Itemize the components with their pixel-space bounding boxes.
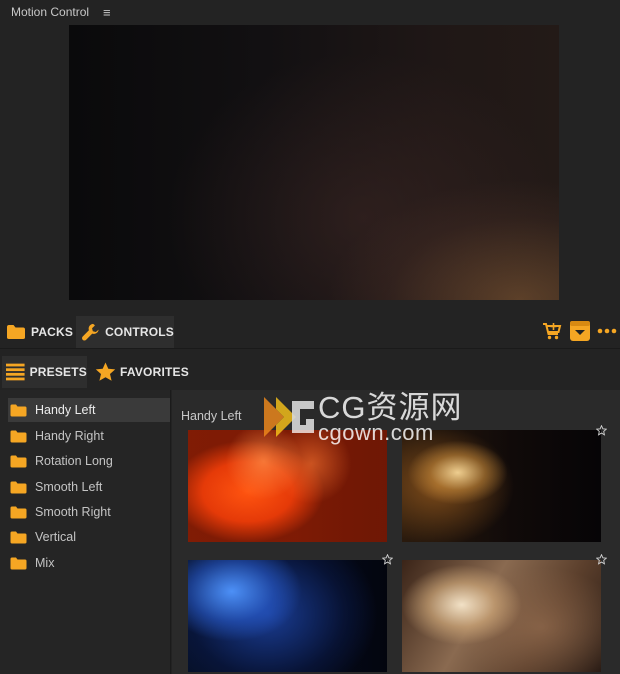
title-bar: Motion Control ≡: [0, 0, 620, 24]
tab-presets-label: PRESETS: [29, 365, 87, 379]
preset-thumbnail[interactable]: [402, 560, 601, 672]
window-title: Motion Control: [11, 5, 90, 19]
list-icon: [6, 363, 25, 381]
preset-thumbnail[interactable]: [402, 430, 601, 542]
folder-icon: [10, 557, 27, 569]
main-toolbar: PACKS CONTROLS: [0, 316, 620, 349]
folder-icon: [10, 455, 27, 467]
folder-icon: [10, 506, 27, 518]
cart-icon[interactable]: [542, 321, 562, 341]
preset-list: Handy Left Handy Right Rotation Long Smo…: [0, 390, 171, 674]
preset-thumbnail[interactable]: [188, 430, 387, 542]
download-box-icon[interactable]: [569, 320, 591, 342]
watermark: CG资源网 cgown.com: [262, 391, 492, 445]
tab-packs[interactable]: PACKS: [0, 316, 78, 348]
favorite-star-icon[interactable]: [382, 554, 393, 565]
menu-icon[interactable]: ≡: [103, 5, 111, 20]
preset-label: Handy Left: [35, 403, 96, 417]
tab-packs-label: PACKS: [31, 325, 74, 339]
folder-icon: [7, 325, 25, 339]
watermark-logo-icon: [264, 397, 314, 437]
preset-label: Handy Right: [35, 429, 104, 443]
folder-icon: [10, 404, 27, 416]
tab-controls[interactable]: CONTROLS: [76, 316, 174, 348]
folder-icon: [10, 531, 27, 543]
preset-label: Smooth Left: [35, 480, 103, 494]
preset-label: Smooth Right: [35, 505, 111, 519]
preset-label: Mix: [35, 556, 55, 570]
wrench-icon: [82, 323, 99, 341]
favorite-star-icon[interactable]: [596, 425, 607, 436]
preset-item-mix[interactable]: Mix: [8, 551, 170, 575]
watermark-url: cgown.com: [318, 420, 434, 445]
pack-title: Handy Left: [181, 409, 242, 423]
favorite-star-icon[interactable]: [596, 554, 607, 565]
preset-label: Vertical: [35, 530, 76, 544]
star-icon: [95, 362, 116, 381]
preset-item-handy-right[interactable]: Handy Right: [8, 424, 170, 448]
tab-controls-label: CONTROLS: [105, 325, 174, 339]
folder-icon: [10, 430, 27, 442]
preset-item-smooth-left[interactable]: Smooth Left: [8, 475, 170, 499]
preset-label: Rotation Long: [35, 454, 113, 468]
preset-thumbnail[interactable]: [188, 560, 387, 672]
sub-tabs: PRESETS FAVORITES: [0, 356, 620, 388]
tab-favorites-label: FAVORITES: [120, 365, 189, 379]
preset-item-handy-left[interactable]: Handy Left: [8, 398, 170, 422]
preset-item-smooth-right[interactable]: Smooth Right: [8, 500, 170, 524]
more-icon[interactable]: [597, 328, 617, 334]
preset-item-rotation-long[interactable]: Rotation Long: [8, 449, 170, 473]
video-preview[interactable]: [69, 25, 559, 300]
tab-favorites[interactable]: FAVORITES: [95, 356, 195, 388]
tab-presets[interactable]: PRESETS: [2, 356, 87, 388]
folder-icon: [10, 481, 27, 493]
preset-item-vertical[interactable]: Vertical: [8, 525, 170, 549]
